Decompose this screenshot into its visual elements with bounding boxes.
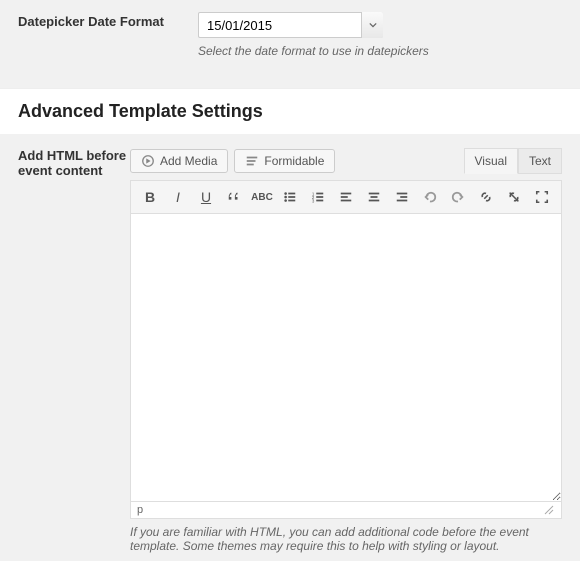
datepicker-field: 15/01/2015 Select the date format to use…: [198, 12, 562, 58]
editor-path: p: [137, 504, 143, 516]
link-button[interactable]: [473, 185, 499, 209]
datepicker-select[interactable]: 15/01/2015: [198, 12, 383, 38]
align-left-button[interactable]: [333, 185, 359, 209]
resize-handle-icon[interactable]: [543, 504, 555, 516]
bullet-list-button[interactable]: [277, 185, 303, 209]
editor-tabs: Visual Text: [464, 148, 562, 174]
datepicker-row: Datepicker Date Format 15/01/2015 Select…: [0, 0, 580, 66]
editor-status-bar: p: [130, 501, 562, 519]
tab-text[interactable]: Text: [518, 148, 562, 174]
section-heading: Advanced Template Settings: [0, 88, 580, 134]
html-before-description: If you are familiar with HTML, you can a…: [130, 525, 562, 553]
tab-visual[interactable]: Visual: [464, 148, 518, 174]
align-center-button[interactable]: [361, 185, 387, 209]
redo-button[interactable]: [445, 185, 471, 209]
align-right-button[interactable]: [389, 185, 415, 209]
formidable-icon: [245, 154, 259, 168]
editor-toolbar: B I U ABC 123: [130, 180, 562, 213]
numbered-list-button[interactable]: 123: [305, 185, 331, 209]
html-before-row: Add HTML before event content Add Media …: [0, 134, 580, 561]
formidable-label: Formidable: [264, 154, 324, 168]
media-row: Add Media Formidable Visual Text: [130, 148, 562, 174]
underline-button[interactable]: U: [193, 185, 219, 209]
blockquote-button[interactable]: [221, 185, 247, 209]
editor-content-area[interactable]: [130, 213, 562, 501]
datepicker-label: Datepicker Date Format: [18, 12, 198, 58]
html-before-label: Add HTML before event content: [18, 146, 130, 553]
media-icon: [141, 154, 155, 168]
undo-button[interactable]: [417, 185, 443, 209]
italic-button[interactable]: I: [165, 185, 191, 209]
editor-column: Add Media Formidable Visual Text B I U A…: [130, 148, 562, 553]
datepicker-select-wrap[interactable]: 15/01/2015: [198, 12, 383, 38]
strikethrough-button[interactable]: ABC: [249, 185, 275, 209]
formidable-button[interactable]: Formidable: [234, 149, 335, 173]
unlink-button[interactable]: [501, 185, 527, 209]
bold-button[interactable]: B: [137, 185, 163, 209]
svg-text:3: 3: [312, 198, 315, 203]
fullscreen-button[interactable]: [529, 185, 555, 209]
add-media-button[interactable]: Add Media: [130, 149, 228, 173]
add-media-label: Add Media: [160, 154, 217, 168]
datepicker-description: Select the date format to use in datepic…: [198, 44, 562, 58]
